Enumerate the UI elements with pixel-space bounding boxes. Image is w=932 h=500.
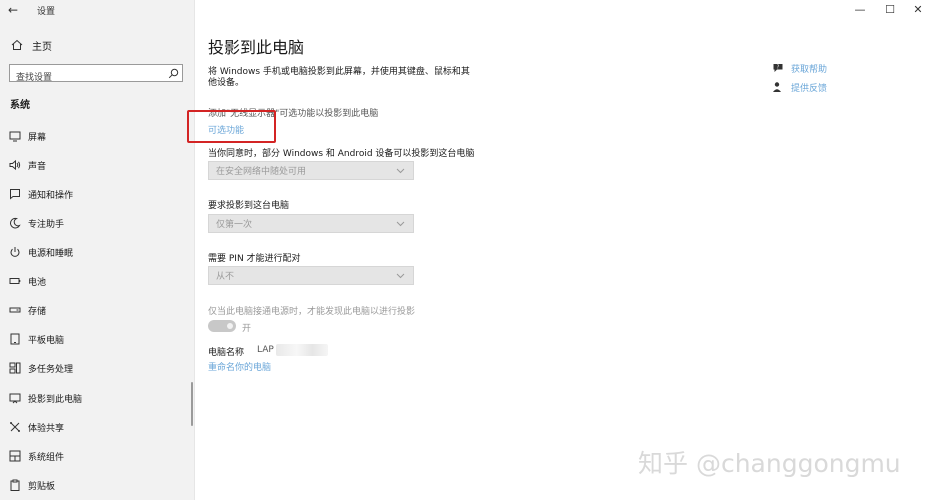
sidebar-item-system-components[interactable]: 系统组件	[0, 445, 190, 467]
ask-dropdown[interactable]: 仅第一次	[208, 214, 414, 233]
toggle-knob	[227, 323, 233, 329]
sidebar-item-label: 电池	[28, 277, 47, 288]
rename-pc-link[interactable]: 重命名你的电脑	[208, 360, 271, 373]
pin-label: 需要 PIN 才能进行配对	[208, 254, 301, 264]
search-box[interactable]	[9, 64, 183, 86]
sidebar-item-focus-assist[interactable]: 专注助手	[0, 212, 190, 234]
pin-value: 从不	[216, 272, 235, 282]
sidebar-item-tablet[interactable]: 平板电脑	[0, 328, 190, 350]
power-icon	[8, 245, 22, 259]
pc-name-value: LAP	[257, 345, 274, 355]
highlight-annotation	[187, 110, 276, 143]
maximize-button[interactable]: ☐	[881, 2, 899, 18]
sidebar-item-notifications[interactable]: 通知和操作	[0, 183, 190, 205]
chevron-down-icon	[393, 269, 407, 283]
sidebar-item-multitasking[interactable]: 多任务处理	[0, 357, 190, 379]
feedback-person-icon	[771, 80, 785, 94]
chevron-down-icon	[393, 164, 407, 178]
multitask-icon	[8, 361, 22, 375]
sidebar-item-shared-experiences[interactable]: 体验共享	[0, 416, 190, 438]
app-title: 设置	[37, 7, 56, 17]
share-icon	[8, 420, 22, 434]
sidebar-item-label: 平板电脑	[28, 335, 65, 346]
sidebar-scrollbar[interactable]	[191, 382, 193, 426]
sidebar-item-label: 屏幕	[28, 132, 47, 143]
title-bar: ← 设置 — ☐ ✕	[0, 0, 932, 20]
availability-dropdown[interactable]: 在安全网络中随处可用	[208, 161, 414, 180]
sidebar-item-sound[interactable]: 声音	[0, 154, 190, 176]
sidebar-item-label: 剪贴板	[28, 481, 56, 492]
section-title: 系统	[10, 100, 30, 111]
pc-name-redacted	[276, 344, 328, 356]
project-icon	[8, 391, 22, 405]
notification-icon	[8, 187, 22, 201]
sidebar-item-label: 存储	[28, 306, 47, 317]
battery-icon	[8, 274, 22, 288]
power-discovery-toggle[interactable]	[208, 320, 236, 332]
sidebar-item-project-to-pc[interactable]: 投影到此电脑	[0, 387, 190, 409]
ask-value: 仅第一次	[216, 220, 253, 230]
get-help-label: 获取帮助	[791, 64, 828, 75]
page-description: 将 Windows 手机或电脑投影到此屏幕，并使用其键盘、鼠标和其他设备。	[208, 67, 470, 88]
close-button[interactable]: ✕	[909, 2, 927, 18]
home-icon	[10, 38, 24, 52]
availability-label: 当你同意时，部分 Windows 和 Android 设备可以投影到这台电脑	[208, 149, 475, 159]
help-chat-icon: ?	[771, 61, 785, 75]
page-title: 投影到此电脑	[208, 38, 305, 57]
back-arrow-icon[interactable]: ←	[8, 2, 24, 18]
sidebar-item-power-sleep[interactable]: 电源和睡眠	[0, 241, 190, 263]
sidebar-item-display[interactable]: 屏幕	[0, 125, 190, 147]
home-label: 主页	[32, 41, 52, 53]
toggle-state-label: 开	[242, 324, 252, 334]
sidebar-item-label: 通知和操作	[28, 190, 74, 201]
monitor-icon	[8, 129, 22, 143]
sidebar-item-label: 声音	[28, 161, 47, 172]
chevron-down-icon	[393, 217, 407, 231]
sidebar-item-battery[interactable]: 电池	[0, 270, 190, 292]
sidebar-divider	[194, 0, 195, 500]
sidebar-item-clipboard[interactable]: 剪贴板	[0, 474, 190, 496]
sidebar-item-storage[interactable]: 存储	[0, 299, 190, 321]
get-help-link[interactable]: ? 获取帮助	[771, 61, 827, 75]
feedback-link[interactable]: 提供反馈	[771, 80, 827, 94]
moon-icon	[8, 216, 22, 230]
sidebar-item-label: 电源和睡眠	[28, 248, 74, 259]
sidebar-item-label: 专注助手	[28, 219, 65, 230]
search-input[interactable]	[10, 70, 172, 86]
watermark: 知乎 @changgongmu	[638, 449, 901, 478]
sidebar-item-label: 体验共享	[28, 423, 65, 434]
sidebar-item-label: 系统组件	[28, 452, 65, 463]
sidebar-item-label: 多任务处理	[28, 364, 74, 375]
components-icon	[8, 449, 22, 463]
minimize-button[interactable]: —	[851, 2, 869, 18]
ask-label: 要求投影到这台电脑	[208, 201, 290, 211]
pin-dropdown[interactable]: 从不	[208, 266, 414, 285]
search-icon[interactable]	[167, 67, 179, 79]
storage-icon	[8, 303, 22, 317]
speaker-icon	[8, 158, 22, 172]
home-nav-item[interactable]: 主页	[10, 37, 52, 53]
availability-value: 在安全网络中随处可用	[216, 167, 307, 177]
clipboard-icon	[8, 478, 22, 492]
svg-text:?: ?	[777, 65, 780, 71]
power-discovery-label: 仅当此电脑接通电源时，才能发现此电脑以进行投影	[208, 307, 416, 317]
tablet-icon	[8, 332, 22, 346]
feedback-label: 提供反馈	[791, 83, 828, 94]
sidebar-item-label: 投影到此电脑	[28, 394, 83, 405]
pc-name-label: 电脑名称	[208, 348, 245, 358]
